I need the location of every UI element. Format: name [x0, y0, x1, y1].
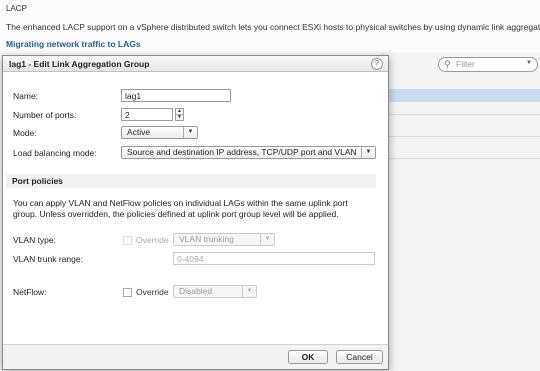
stepper-down-icon[interactable]: ▼ [176, 114, 183, 120]
list-divider [388, 136, 540, 137]
vlan-override-checkbox[interactable] [123, 236, 132, 245]
lb-mode-value: Source and destination IP address, TCP/U… [127, 147, 357, 157]
netflow-label: NetFlow: [13, 287, 47, 297]
dialog-header: lag1 - Edit Link Aggregation Group ? [3, 56, 388, 72]
mode-select[interactable]: Active ▼ [121, 126, 198, 139]
netflow-override-label: Override [136, 287, 169, 297]
policy-description: You can apply VLAN and NetFlow policies … [13, 198, 348, 219]
edit-lag-dialog: lag1 - Edit Link Aggregation Group ? Nam… [2, 55, 389, 370]
lb-mode-select[interactable]: Source and destination IP address, TCP/U… [121, 146, 376, 159]
mode-value: Active [127, 127, 151, 137]
vlan-range-input[interactable]: 0-4094 [173, 252, 375, 265]
vlan-range-label: VLAN trunk range: [13, 254, 83, 264]
chevron-down-icon[interactable]: ▼ [526, 60, 532, 66]
search-icon: ⚲ [444, 59, 451, 69]
list-divider [388, 158, 540, 159]
filter-input[interactable]: ⚲ Filter ▼ [438, 57, 538, 72]
ports-stepper[interactable]: ▲ ▼ [175, 108, 184, 121]
netflow-select[interactable]: Disabled ▼ [173, 285, 257, 298]
netflow-override-checkbox[interactable] [123, 288, 132, 297]
list-item-selected[interactable] [388, 89, 540, 102]
migrating-link[interactable]: Migrating network traffic to LAGs [6, 39, 141, 49]
vlan-type-value: VLAN trunking [179, 234, 234, 244]
dialog-title: lag1 - Edit Link Aggregation Group [9, 59, 150, 69]
ok-button[interactable]: OK [288, 350, 328, 364]
port-policies-title: Port policies [12, 176, 64, 186]
vlan-type-label: VLAN type: [13, 235, 56, 245]
lb-label: Load balancing mode: [13, 148, 97, 158]
filter-placeholder: Filter [456, 59, 475, 69]
cancel-button[interactable]: Cancel [336, 350, 383, 364]
netflow-value: Disabled [179, 286, 213, 296]
chevron-down-icon: ▼ [260, 234, 274, 245]
name-input[interactable]: lag1 [121, 89, 231, 102]
chevron-down-icon: ▼ [242, 286, 256, 297]
mode-label: Mode: [13, 128, 37, 138]
page-description: The enhanced LACP support on a vSphere d… [6, 22, 540, 32]
port-policies-header: Port policies [6, 174, 376, 188]
name-label: Name: [13, 91, 39, 101]
vlan-type-select[interactable]: VLAN trunking ▼ [173, 233, 275, 246]
page-title: LACP [6, 4, 27, 13]
ports-label: Number of ports: [13, 110, 77, 120]
vlan-override-label: Override [136, 235, 169, 245]
ports-input[interactable]: 2 [121, 108, 173, 121]
chevron-down-icon: ▼ [361, 147, 375, 158]
dialog-footer: OK Cancel [3, 344, 388, 369]
list-divider [388, 114, 540, 115]
chevron-down-icon: ▼ [183, 127, 197, 138]
help-icon[interactable]: ? [371, 58, 383, 70]
